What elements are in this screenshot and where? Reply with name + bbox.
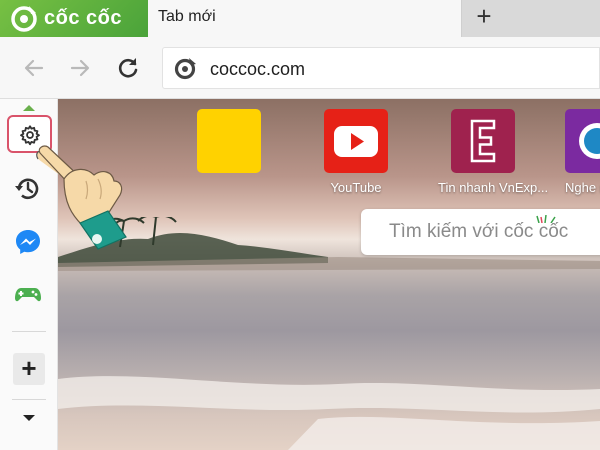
letter-e-icon <box>470 119 496 163</box>
nghe-logo-icon <box>579 123 600 159</box>
tab-title: Tab mới <box>158 8 216 25</box>
brand-area[interactable]: cốc cốc <box>0 0 148 37</box>
forward-button[interactable] <box>66 54 94 82</box>
speed-dial-item[interactable] <box>184 109 274 180</box>
sidebar-add-button[interactable]: + <box>13 353 45 385</box>
address-bar[interactable]: coccoc.com <box>162 47 600 89</box>
url-text: coccoc.com <box>210 59 306 79</box>
sidebar-scroll-up-arrow[interactable] <box>23 105 35 111</box>
new-tab-button[interactable]: + <box>470 3 498 31</box>
gear-icon <box>20 125 40 146</box>
sidebar-scroll-down-arrow[interactable] <box>23 415 35 421</box>
new-tab-page: YouTube Tin nhanh VnExp... Nghe nh Tìm k… <box>58 99 600 450</box>
back-button[interactable] <box>20 54 48 82</box>
speed-dial-youtube[interactable]: YouTube <box>311 109 401 195</box>
vnexpress-tile <box>451 109 515 173</box>
gamepad-icon[interactable] <box>13 279 43 309</box>
sidebar-divider <box>12 331 46 332</box>
youtube-tile <box>324 109 388 173</box>
toolbar: coccoc.com <box>0 37 600 99</box>
speed-dial-label: Nghe nh <box>565 180 600 195</box>
youtube-logo-icon <box>334 126 378 157</box>
coccoc-site-icon <box>174 58 196 80</box>
sidebar-divider <box>12 399 46 400</box>
speed-dial-vnexpress[interactable]: Tin nhanh VnExp... <box>438 109 549 195</box>
speed-dial-tile <box>197 109 261 173</box>
speed-dial-label: YouTube <box>330 180 382 195</box>
nghe-tile <box>565 109 600 173</box>
search-placeholder: Tìm kiếm với cốc cốc <box>389 221 569 242</box>
speed-dial-label: Tin nhanh VnExp... <box>438 180 549 195</box>
tab-new-tab[interactable]: Tab mới <box>148 0 462 37</box>
search-box[interactable]: Tìm kiếm với cốc cốc <box>361 209 600 255</box>
hand-pointer-icon <box>36 145 127 250</box>
coccoc-logo-icon <box>11 6 37 32</box>
brand-name: cốc cốc <box>44 7 122 29</box>
speed-dial-nghe[interactable]: Nghe nh <box>565 109 600 195</box>
reload-button[interactable] <box>114 54 142 82</box>
wallpaper-surf <box>58 376 600 450</box>
tab-strip: cốc cốc Tab mới + <box>0 0 600 37</box>
